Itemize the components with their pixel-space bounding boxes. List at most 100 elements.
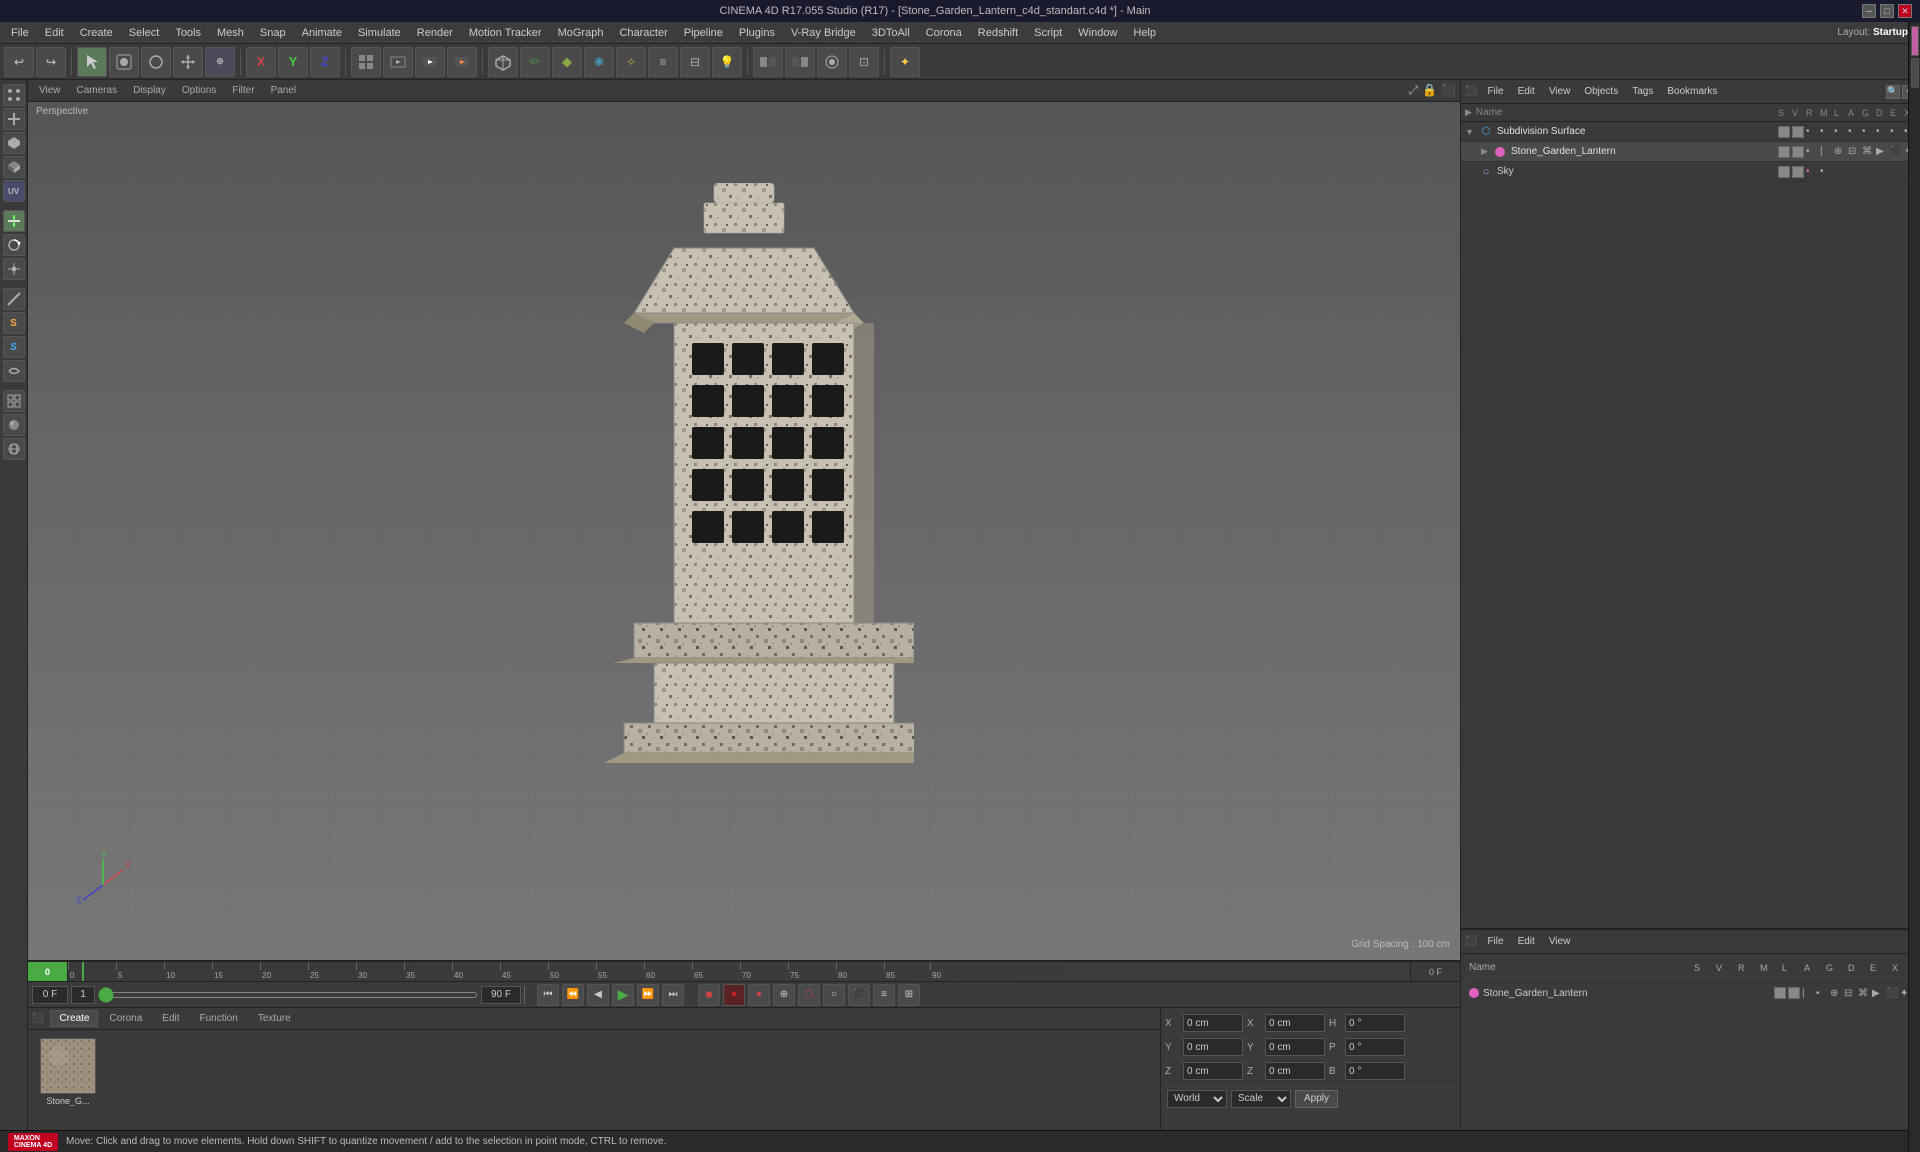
selection-tool[interactable] xyxy=(77,47,107,77)
cube-tool[interactable] xyxy=(488,47,518,77)
content-tab-create[interactable]: Create xyxy=(50,1010,98,1027)
sidebar-loop[interactable] xyxy=(3,360,25,382)
subdivision-dot6[interactable]: • xyxy=(1876,126,1888,137)
obj-row-sky[interactable]: ○ Sky • • xyxy=(1461,162,1920,182)
display-4[interactable]: ⊡ xyxy=(849,47,879,77)
obj-row-subdivision[interactable]: ▼ ⬡ Subdivision Surface • • • • • • • • xyxy=(1461,122,1920,142)
key-button2[interactable]: ⬡ xyxy=(798,984,820,1006)
sidebar-line[interactable] xyxy=(3,288,25,310)
subdivision-col-v[interactable] xyxy=(1792,126,1804,138)
undo-button[interactable]: ↩ xyxy=(4,47,34,77)
menu-corona[interactable]: Corona xyxy=(919,25,969,41)
obj-menu-view[interactable]: View xyxy=(1543,84,1577,99)
record-active-button[interactable]: ⏺ xyxy=(698,984,720,1006)
play-button[interactable]: ▶ xyxy=(612,984,634,1006)
box-select-tool[interactable] xyxy=(141,47,171,77)
menu-redshift[interactable]: Redshift xyxy=(971,25,1025,41)
viewport-tab-view[interactable]: View xyxy=(32,82,68,99)
subdivision-dot2[interactable]: • xyxy=(1820,126,1832,137)
sky-col-s[interactable] xyxy=(1778,166,1790,178)
expand-lantern[interactable]: ▶ xyxy=(1481,146,1491,157)
content-tab-corona[interactable]: Corona xyxy=(100,1010,151,1027)
menu-create[interactable]: Create xyxy=(73,25,120,41)
pencil-tool[interactable]: ✏ xyxy=(520,47,550,77)
mat-menu-edit[interactable]: Edit xyxy=(1512,934,1541,949)
lantern-icon3[interactable]: ⌘ xyxy=(1862,146,1874,157)
scene-tool[interactable]: ⊟ xyxy=(680,47,710,77)
mat-thumb-img-stone[interactable] xyxy=(40,1038,96,1094)
menu-select[interactable]: Select xyxy=(122,25,167,41)
viewport-tab-display[interactable]: Display xyxy=(126,82,173,99)
viewport[interactable]: Perspective xyxy=(28,102,1460,960)
coord-world-select[interactable]: World xyxy=(1167,1090,1227,1108)
menu-motion-tracker[interactable]: Motion Tracker xyxy=(462,25,549,41)
menu-help[interactable]: Help xyxy=(1126,25,1163,41)
sidebar-grid[interactable] xyxy=(3,390,25,412)
viewport-tab-panel[interactable]: Panel xyxy=(264,82,304,99)
key-button3[interactable]: ○ xyxy=(823,984,845,1006)
axis-z-button[interactable]: Z xyxy=(310,47,340,77)
spline-tool[interactable]: ✧ xyxy=(616,47,646,77)
render-to-picture-viewer[interactable] xyxy=(447,47,477,77)
redo-button[interactable]: ↪ xyxy=(36,47,66,77)
live-select-tool[interactable] xyxy=(109,47,139,77)
menu-animate[interactable]: Animate xyxy=(295,25,349,41)
viewport-icon-frame[interactable]: ⤢ xyxy=(1408,83,1418,98)
coord-scale-select[interactable]: Scale xyxy=(1231,1090,1291,1108)
search-button[interactable]: 🔍 xyxy=(1886,85,1900,99)
expand-subdivision[interactable]: ▼ xyxy=(1465,127,1475,137)
render-region[interactable] xyxy=(383,47,413,77)
paint-tool[interactable]: ◆ xyxy=(552,47,582,77)
coord-y-pos[interactable]: 0 cm xyxy=(1183,1038,1243,1056)
particle-tool[interactable]: ❋ xyxy=(584,47,614,77)
prev-frame-button[interactable]: ⏪ xyxy=(562,984,584,1006)
sky-col-v[interactable] xyxy=(1792,166,1804,178)
menu-simulate[interactable]: Simulate xyxy=(351,25,408,41)
lantern-icon4[interactable]: ▶ xyxy=(1876,146,1888,157)
apply-button[interactable]: Apply xyxy=(1295,1090,1338,1108)
lantern-col-r[interactable]: • xyxy=(1806,146,1818,157)
menu-plugins[interactable]: Plugins xyxy=(732,25,782,41)
sidebar-objects[interactable] xyxy=(3,156,25,178)
obj-menu-tags[interactable]: Tags xyxy=(1626,84,1659,99)
sidebar-points[interactable] xyxy=(3,84,25,106)
viewport-icon-maximize[interactable]: ⬛ xyxy=(1441,83,1456,98)
content-tab-edit[interactable]: Edit xyxy=(153,1010,188,1027)
menu-3dtoall[interactable]: 3DToAll xyxy=(865,25,917,41)
subdivision-dot1[interactable]: • xyxy=(1806,126,1818,137)
menu-render[interactable]: Render xyxy=(410,25,460,41)
mat-menu-view[interactable]: View xyxy=(1543,934,1577,949)
sidebar-s-tool[interactable]: S xyxy=(3,312,25,334)
key-button5[interactable]: ≡ xyxy=(873,984,895,1006)
obj-menu-edit[interactable]: Edit xyxy=(1512,84,1541,99)
menu-character[interactable]: Character xyxy=(612,25,674,41)
material-thumbnail-stone[interactable]: Stone_G... xyxy=(36,1038,100,1106)
subdivision-dot7[interactable]: • xyxy=(1890,126,1902,137)
menu-edit[interactable]: Edit xyxy=(38,25,71,41)
motion-button[interactable]: ⏺ xyxy=(748,984,770,1006)
coord-y-size[interactable]: 0 cm xyxy=(1265,1038,1325,1056)
lantern-col-v[interactable] xyxy=(1792,146,1804,158)
frame-slider[interactable] xyxy=(98,992,478,998)
menu-window[interactable]: Window xyxy=(1071,25,1124,41)
lantern-icon1[interactable]: ⊕ xyxy=(1834,146,1846,157)
coord-z-pos[interactable]: 0 cm xyxy=(1183,1062,1243,1080)
keyframe-button[interactable]: ⊕ xyxy=(773,984,795,1006)
snap-tool[interactable]: ✦ xyxy=(890,47,920,77)
coord-h-rot[interactable]: 0 ° xyxy=(1345,1014,1405,1032)
next-frame-button[interactable]: ⏩ xyxy=(637,984,659,1006)
obj-menu-file[interactable]: File xyxy=(1481,84,1509,99)
mat-col-v-val[interactable] xyxy=(1788,987,1800,999)
coord-p-rot[interactable]: 0 ° xyxy=(1345,1038,1405,1056)
coord-b-rot[interactable]: 0 ° xyxy=(1345,1062,1405,1080)
move-tool[interactable] xyxy=(173,47,203,77)
subdivision-dot5[interactable]: • xyxy=(1862,126,1874,137)
prev-play-button[interactable]: ◀ xyxy=(587,984,609,1006)
coord-z-size[interactable]: 0 cm xyxy=(1265,1062,1325,1080)
sidebar-texture[interactable] xyxy=(3,438,25,460)
obj-row-stone-lantern[interactable]: ▶ Stone_Garden_Lantern • | ⊕ ⊟ ⌘ ▶ ⬛ ✦ xyxy=(1461,142,1920,162)
display-2[interactable] xyxy=(785,47,815,77)
goto-start-button[interactable]: ⏮ xyxy=(537,984,559,1006)
viewport-icon-lock[interactable]: 🔒 xyxy=(1422,83,1437,98)
sidebar-edges[interactable] xyxy=(3,108,25,130)
